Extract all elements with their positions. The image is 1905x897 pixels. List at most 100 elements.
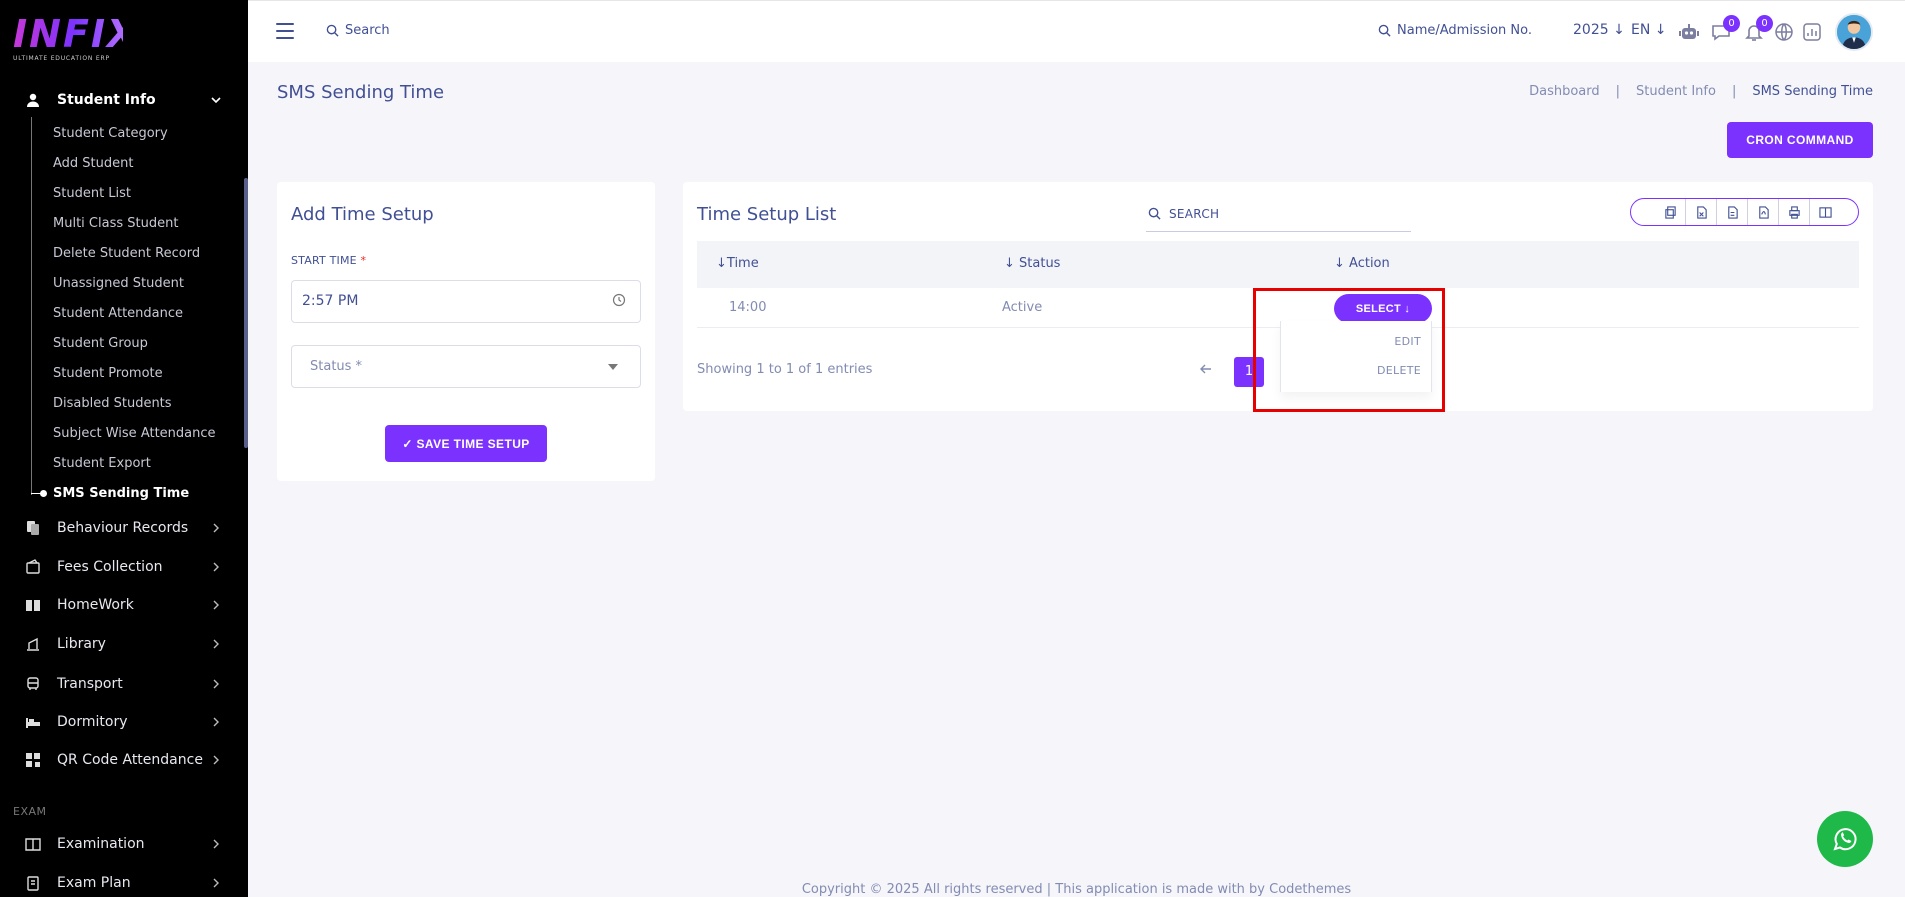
search-icon: [1378, 24, 1391, 37]
sidebar-item-student-attendance[interactable]: Student Attendance: [53, 304, 183, 324]
sidebar-item-multi-class-student[interactable]: Multi Class Student: [53, 214, 178, 234]
column-header-status[interactable]: ↓ Status: [1004, 256, 1060, 271]
csv-icon[interactable]: [1717, 199, 1748, 225]
cron-command-button[interactable]: CRON COMMAND: [1727, 122, 1873, 158]
sidebar-item-sms-sending-time[interactable]: SMS Sending Time: [53, 484, 189, 504]
nav-qr-code-attendance[interactable]: QR Code Attendance: [0, 743, 244, 777]
page-title: SMS Sending Time: [277, 82, 445, 103]
excel-icon[interactable]: [1686, 199, 1717, 225]
column-header-action[interactable]: ↓ Action: [1334, 256, 1390, 271]
open-book-icon: [25, 836, 41, 852]
status-select[interactable]: Status *: [291, 345, 641, 388]
book-icon: [25, 597, 41, 613]
sidebar-item-delete-student-record[interactable]: Delete Student Record: [53, 244, 200, 264]
messages-icon[interactable]: 0: [1710, 15, 1740, 43]
nav-label: HomeWork: [57, 597, 134, 613]
bus-icon: [25, 676, 41, 692]
brand-logo[interactable]: INFIX ULTIMATE EDUCATION ERP: [13, 12, 139, 66]
language-selector[interactable]: EN ↓: [1631, 22, 1667, 38]
column-label: Time: [726, 256, 759, 271]
name-admission-label: Name/Admission No.: [1397, 23, 1532, 38]
save-label: SAVE TIME SETUP: [416, 436, 530, 451]
chevron-right-icon: [213, 878, 219, 888]
chevron-right-icon: [213, 639, 219, 649]
nav-exam-plan[interactable]: Exam Plan: [0, 866, 244, 897]
globe-icon[interactable]: [1773, 21, 1795, 43]
sidebar-item-student-list[interactable]: Student List: [53, 184, 131, 204]
print-icon[interactable]: [1779, 199, 1810, 225]
breadcrumb-student-info[interactable]: Student Info: [1636, 84, 1716, 99]
column-label: Action: [1349, 256, 1390, 271]
analytics-icon[interactable]: [1801, 21, 1823, 43]
nav-label: Examination: [57, 836, 145, 852]
global-search[interactable]: Search: [326, 23, 390, 38]
notification-bell-icon[interactable]: 0: [1743, 15, 1773, 43]
sidebar-item-add-student[interactable]: Add Student: [53, 154, 133, 174]
nav-fees-collection[interactable]: Fees Collection: [0, 550, 244, 584]
nav-transport[interactable]: Transport: [0, 667, 244, 701]
nav-dormitory[interactable]: Dormitory: [0, 705, 244, 739]
sidebar-scrollbar[interactable]: [244, 178, 248, 448]
search-placeholder: SEARCH: [1169, 206, 1220, 221]
student-search[interactable]: Name/Admission No.: [1378, 23, 1532, 38]
sidebar-item-student-category[interactable]: Student Category: [53, 124, 168, 144]
card-title: Add Time Setup: [291, 204, 434, 225]
nav-label: Behaviour Records: [57, 520, 189, 536]
robot-icon[interactable]: [1678, 21, 1700, 43]
nav-examination[interactable]: Examination: [0, 827, 244, 861]
arrow-left-icon[interactable]: [1199, 362, 1213, 376]
sidebar-item-student-promote[interactable]: Student Promote: [53, 364, 163, 384]
nav-homework[interactable]: HomeWork: [0, 588, 244, 622]
messages-badge: 0: [1723, 15, 1740, 32]
active-dot: [40, 490, 47, 497]
chevron-right-icon: [213, 562, 219, 572]
logo-text: INFIX: [13, 12, 139, 56]
whatsapp-icon[interactable]: [1817, 811, 1873, 867]
nav-label: Dormitory: [57, 714, 128, 730]
columns-icon[interactable]: [1810, 199, 1841, 225]
library-icon: [25, 636, 41, 652]
sidebar-item-disabled-students[interactable]: Disabled Students: [53, 394, 172, 414]
copy-icon[interactable]: [1655, 199, 1686, 225]
caret-down-icon: [608, 364, 618, 370]
nav-student-info[interactable]: Student Info: [0, 83, 244, 117]
chevron-right-icon: [213, 523, 219, 533]
nav-label: Exam Plan: [57, 875, 131, 891]
add-time-setup-card: Add Time Setup START TIME * 2:57 PM Stat…: [277, 182, 655, 481]
entries-info: Showing 1 to 1 of 1 entries: [697, 362, 873, 377]
wallet-icon: [25, 559, 41, 575]
start-time-label: START TIME *: [291, 254, 366, 267]
breadcrumb-separator: |: [1731, 84, 1737, 99]
logo-tagline: ULTIMATE EDUCATION ERP: [13, 55, 110, 62]
sidebar-item-subject-wise-attendance[interactable]: Subject Wise Attendance: [53, 424, 216, 444]
year-selector[interactable]: 2025 ↓: [1573, 22, 1625, 38]
pdf-icon[interactable]: [1748, 199, 1779, 225]
chevron-right-icon: [213, 755, 219, 765]
language-value: EN: [1631, 22, 1651, 38]
menu-toggle-icon[interactable]: [276, 23, 294, 39]
nav-behaviour-records[interactable]: Behaviour Records: [0, 511, 244, 545]
year-value: 2025: [1573, 22, 1609, 38]
table-search-input[interactable]: SEARCH: [1146, 196, 1411, 232]
sidebar-item-student-group[interactable]: Student Group: [53, 334, 148, 354]
check-icon: ✓: [402, 436, 417, 451]
column-header-time[interactable]: ↓Time: [716, 256, 759, 271]
sidebar-item-unassigned-student[interactable]: Unassigned Student: [53, 274, 184, 294]
save-time-setup-button[interactable]: ✓ SAVE TIME SETUP: [385, 425, 547, 462]
start-time-value: 2:57 PM: [302, 293, 359, 309]
user-avatar[interactable]: [1835, 13, 1873, 51]
clock-icon[interactable]: [612, 293, 626, 307]
highlight-box: [1253, 288, 1445, 412]
search-icon: [1148, 207, 1161, 220]
breadcrumb-dashboard[interactable]: Dashboard: [1529, 84, 1600, 99]
top-header: Search Name/Admission No. 2025 ↓ EN ↓ 0 …: [248, 0, 1905, 62]
start-time-input[interactable]: 2:57 PM: [291, 280, 641, 323]
chevron-right-icon: [213, 679, 219, 689]
submenu-line: [31, 117, 32, 495]
bed-icon: [25, 714, 41, 730]
user-icon: [25, 92, 41, 108]
start-time-label-text: START TIME: [291, 254, 357, 267]
sidebar-item-student-export[interactable]: Student Export: [53, 454, 151, 474]
status-placeholder: Status *: [310, 359, 363, 374]
nav-library[interactable]: Library: [0, 627, 244, 661]
